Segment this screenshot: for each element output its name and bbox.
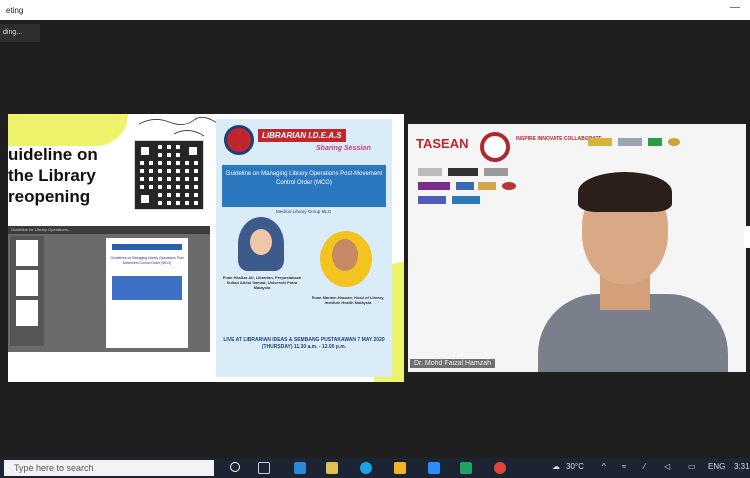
wifi-icon[interactable]: ≈ bbox=[622, 462, 626, 471]
zoom-icon[interactable] bbox=[428, 462, 440, 474]
partner-logo bbox=[648, 138, 662, 146]
decoration-shape bbox=[8, 114, 128, 146]
speaker-caption: Puan Hasliza Ali, Librarian, Perpustakaa… bbox=[222, 275, 302, 290]
page-header-bar bbox=[112, 244, 182, 250]
clock[interactable]: 3:31 bbox=[734, 462, 750, 471]
partner-logo bbox=[484, 168, 508, 176]
page-thumbnails bbox=[10, 236, 44, 346]
partner-logo bbox=[456, 182, 474, 190]
qr-code bbox=[134, 140, 204, 210]
page-thumbnail bbox=[16, 270, 38, 296]
event-poster: LIBRARIAN I.D.E.A.S Sharing Session Guid… bbox=[216, 119, 392, 377]
minimize-button[interactable]: — bbox=[730, 2, 740, 13]
partner-logo bbox=[418, 196, 446, 204]
chevron-up-icon[interactable]: ^ bbox=[602, 462, 606, 471]
poster-live-info: LIVE AT LIBRARIAN IDEAS & SEMBANG PUSTAK… bbox=[223, 337, 385, 350]
weather-temp[interactable]: 30°C bbox=[566, 462, 584, 471]
slide-headline: uideline on the Library reopening bbox=[8, 144, 128, 207]
store-icon[interactable] bbox=[326, 462, 338, 474]
page-thumbnail bbox=[16, 300, 38, 326]
partner-logo bbox=[618, 138, 642, 146]
window-titlebar: eting — bbox=[0, 0, 750, 20]
partner-logo bbox=[668, 138, 680, 146]
taskbar-search-box[interactable]: Type here to search bbox=[4, 460, 214, 476]
partner-logo bbox=[502, 182, 516, 190]
tasean-logo: TASEAN bbox=[416, 136, 469, 151]
sheets-icon[interactable] bbox=[460, 462, 472, 474]
recording-badge: ding... bbox=[0, 24, 40, 42]
page-thumbnail bbox=[16, 240, 38, 266]
document-viewer-preview: Guideline for Library Operations... Guid… bbox=[8, 226, 210, 352]
battery-icon[interactable]: ▭ bbox=[688, 462, 696, 471]
speaker-photo bbox=[238, 217, 284, 271]
page-info-box bbox=[112, 276, 182, 300]
speaker-video[interactable]: TASEAN INSPIRE INNOVATE COLLABORATE Dr. … bbox=[408, 124, 746, 372]
shared-screen[interactable]: uideline on the Library reopening Guidel… bbox=[8, 114, 404, 382]
poster-brand: LIBRARIAN I.D.E.A.S bbox=[258, 129, 346, 142]
partner-logo bbox=[418, 168, 442, 176]
window-title: eting bbox=[6, 6, 24, 15]
headline-line: reopening bbox=[8, 187, 91, 206]
partner-logo bbox=[418, 182, 450, 190]
poster-sharing-label: Sharing Session bbox=[316, 145, 371, 152]
qr-marker bbox=[185, 143, 201, 159]
qr-marker bbox=[137, 191, 153, 207]
speaker-caption: Puan Mariam Hassan, Head of Library, Ins… bbox=[311, 295, 385, 305]
cortana-icon[interactable] bbox=[230, 462, 240, 472]
document-page: Guidelines on Managing Library Operation… bbox=[106, 238, 188, 348]
windows-taskbar: Type here to search ☁ 30°C ^ ≈ ⁄ ◁ ▭ ENG… bbox=[0, 458, 750, 478]
volume-icon[interactable]: ◁ bbox=[664, 462, 670, 471]
speaker-name-label: Dr. Mohd Faizal Hamzah bbox=[410, 359, 496, 368]
network-icon[interactable]: ⁄ bbox=[644, 462, 645, 471]
qr-marker bbox=[137, 143, 153, 159]
emblem-logo bbox=[480, 132, 510, 162]
side-panel-toggle[interactable] bbox=[744, 226, 750, 248]
doc-window-title: Guideline for Library Operations... bbox=[8, 226, 210, 234]
edge-icon[interactable] bbox=[360, 462, 372, 474]
headline-line: the Library bbox=[8, 166, 96, 185]
poster-title: Guideline on Managing Library Operations… bbox=[222, 165, 386, 207]
speaker-person bbox=[528, 164, 728, 372]
task-view-icon[interactable] bbox=[258, 462, 270, 474]
meeting-area: ding... uideline on the Library reopenin… bbox=[0, 20, 750, 458]
chrome-icon[interactable] bbox=[494, 462, 506, 474]
partner-logo bbox=[478, 182, 496, 190]
librarian-ideas-logo bbox=[224, 125, 254, 155]
partner-logo bbox=[448, 168, 478, 176]
doc-page-title: Guidelines on Managing Library Operation… bbox=[110, 256, 184, 265]
mail-icon[interactable] bbox=[294, 462, 306, 474]
file-explorer-icon[interactable] bbox=[394, 462, 406, 474]
partner-logo bbox=[588, 138, 612, 146]
language-indicator[interactable]: ENG bbox=[708, 462, 725, 471]
partner-logo bbox=[452, 196, 480, 204]
poster-subtitle: Medical Library Group MLG bbox=[276, 209, 332, 214]
weather-icon[interactable]: ☁ bbox=[552, 462, 560, 471]
headline-line: uideline on bbox=[8, 145, 98, 164]
speaker-photo bbox=[320, 231, 372, 287]
